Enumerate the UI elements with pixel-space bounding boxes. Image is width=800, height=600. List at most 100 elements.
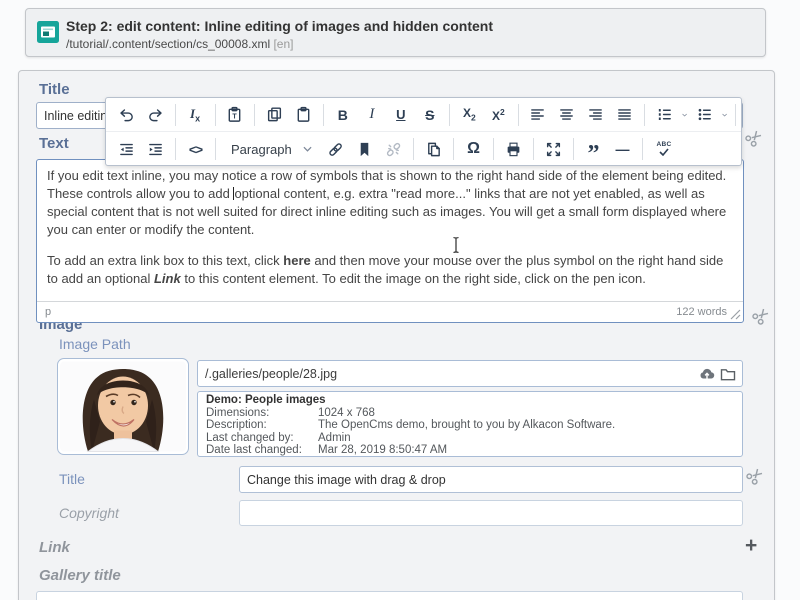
outdent-button[interactable] bbox=[113, 135, 140, 163]
bullet-list-icon bbox=[696, 106, 713, 123]
info-label: Description: bbox=[206, 419, 318, 432]
paragraph-format-value: Paragraph bbox=[231, 142, 292, 157]
image-info-row: Date last changed:Mar 28, 2019 8:50:47 A… bbox=[206, 444, 734, 457]
paragraph-format-chevron bbox=[303, 146, 312, 152]
image-thumbnail[interactable] bbox=[57, 358, 189, 455]
toolbar-separator bbox=[413, 138, 414, 160]
unlink-button[interactable] bbox=[380, 135, 407, 163]
resource-path-text: /tutorial/.content/section/cs_00008.xml bbox=[66, 37, 270, 51]
subscript-button[interactable]: X2 bbox=[456, 101, 483, 129]
paste-as-text-button[interactable]: T bbox=[221, 101, 248, 129]
superscript-icon: X2 bbox=[492, 107, 505, 123]
align-justify-button[interactable] bbox=[611, 101, 638, 129]
paragraph-1: If you edit text inline, you may notice … bbox=[47, 167, 733, 239]
spellcheck-button[interactable]: ABC bbox=[649, 135, 679, 163]
paste-text-letter: T bbox=[232, 113, 237, 121]
info-label: Date last changed: bbox=[206, 444, 318, 457]
toolbar-separator bbox=[573, 138, 574, 160]
toolbar-separator bbox=[254, 104, 255, 126]
toolbar-separator bbox=[175, 104, 176, 126]
checkmark-icon bbox=[659, 148, 669, 156]
italic-button[interactable]: I bbox=[358, 101, 385, 129]
gallery-title-input[interactable] bbox=[36, 591, 743, 600]
align-right-icon bbox=[587, 106, 604, 123]
outdent-icon bbox=[118, 141, 135, 158]
toolbar-separator bbox=[175, 138, 176, 160]
numbered-list-button[interactable] bbox=[651, 101, 678, 129]
page-title: Step 2: edit content: Inline editing of … bbox=[66, 18, 493, 34]
strikethrough-button[interactable]: S bbox=[416, 101, 443, 129]
blockquote-button[interactable]: ” bbox=[580, 135, 607, 163]
upload-icon[interactable] bbox=[698, 365, 716, 383]
bold-button[interactable]: B bbox=[329, 101, 356, 129]
image-path-input[interactable]: /.galleries/people/28.jpg bbox=[205, 367, 695, 381]
title-field-label: Title bbox=[39, 81, 70, 98]
paste-button[interactable] bbox=[290, 101, 317, 129]
link-section-label: Link bbox=[39, 539, 70, 556]
bullet-list-options-chevron[interactable] bbox=[722, 112, 727, 118]
insert-link-button[interactable] bbox=[322, 135, 349, 163]
image-info-title: Demo: People images bbox=[206, 394, 734, 407]
bullet-list-button[interactable] bbox=[691, 101, 718, 129]
text-remove-value-button[interactable] bbox=[741, 125, 766, 150]
align-center-button[interactable] bbox=[553, 101, 580, 129]
p2-bold-here: here bbox=[283, 253, 310, 268]
subscript-small: 2 bbox=[471, 113, 476, 123]
p2-text-1: To add an extra link box to this text, c… bbox=[47, 253, 283, 268]
paste-icon bbox=[295, 106, 312, 123]
richtext-content[interactable]: If you edit text inline, you may notice … bbox=[37, 160, 743, 301]
align-left-icon bbox=[529, 106, 546, 123]
resource-path: /tutorial/.content/section/cs_00008.xml … bbox=[66, 37, 293, 51]
horizontal-rule-button[interactable]: — bbox=[609, 135, 636, 163]
copy-button[interactable] bbox=[261, 101, 288, 129]
text-field-label: Text bbox=[39, 135, 69, 152]
redo-button[interactable] bbox=[142, 101, 169, 129]
bookmark-icon bbox=[356, 141, 373, 158]
superscript-base: X bbox=[492, 109, 500, 123]
special-character-button[interactable]: Ω bbox=[460, 135, 487, 163]
remove-format-button[interactable]: Ix bbox=[182, 101, 209, 129]
toolbar-separator bbox=[215, 138, 216, 160]
paragraph-2: To add an extra link box to this text, c… bbox=[47, 252, 733, 288]
undo-button[interactable] bbox=[113, 101, 140, 129]
underline-button[interactable]: U bbox=[387, 101, 414, 129]
paragraph-format-select[interactable]: Paragraph bbox=[223, 135, 319, 163]
toolbar-row-2: <> Paragraph bbox=[106, 132, 741, 166]
copy-icon bbox=[266, 106, 283, 123]
insert-template-button[interactable] bbox=[420, 135, 447, 163]
scissors-icon bbox=[741, 125, 766, 150]
gallery-folder-icon[interactable] bbox=[719, 365, 737, 383]
add-link-button[interactable]: + bbox=[745, 537, 757, 555]
text-editor: If you edit text inline, you may notice … bbox=[36, 159, 744, 323]
resource-locale: [en] bbox=[273, 37, 293, 51]
spellcheck-icon: ABC bbox=[657, 142, 672, 157]
align-right-button[interactable] bbox=[582, 101, 609, 129]
link-icon bbox=[327, 141, 344, 158]
numbered-list-options-chevron[interactable] bbox=[682, 112, 687, 118]
anchor-button[interactable] bbox=[351, 135, 378, 163]
image-info-row: Description:The OpenCms demo, brought to… bbox=[206, 419, 734, 432]
align-left-button[interactable] bbox=[524, 101, 551, 129]
image-remove-value-button[interactable] bbox=[748, 303, 773, 328]
content-type-icon bbox=[37, 21, 59, 43]
info-value: Admin bbox=[318, 432, 351, 444]
superscript-button[interactable]: X2 bbox=[485, 101, 512, 129]
image-info-row: Dimensions:1024 x 768 bbox=[206, 407, 734, 420]
indent-button[interactable] bbox=[142, 135, 169, 163]
numbered-list-icon bbox=[656, 106, 673, 123]
copyright-input[interactable] bbox=[239, 500, 743, 526]
toolbar-separator bbox=[215, 104, 216, 126]
image-title-input[interactable] bbox=[239, 466, 743, 493]
document-icon bbox=[425, 141, 442, 158]
print-button[interactable] bbox=[500, 135, 527, 163]
info-value: 1024 x 768 bbox=[318, 407, 375, 419]
resize-grip[interactable] bbox=[730, 309, 741, 320]
source-code-button[interactable]: <> bbox=[182, 135, 209, 163]
toolbar-separator bbox=[453, 138, 454, 160]
image-info-box: Demo: People images Dimensions:1024 x 76… bbox=[197, 391, 743, 457]
richtext-toolbar: Ix T bbox=[105, 97, 742, 166]
element-path: p bbox=[37, 306, 676, 318]
image-title-remove-value-button[interactable] bbox=[742, 463, 767, 488]
align-justify-icon bbox=[616, 106, 633, 123]
fullscreen-button[interactable] bbox=[540, 135, 567, 163]
